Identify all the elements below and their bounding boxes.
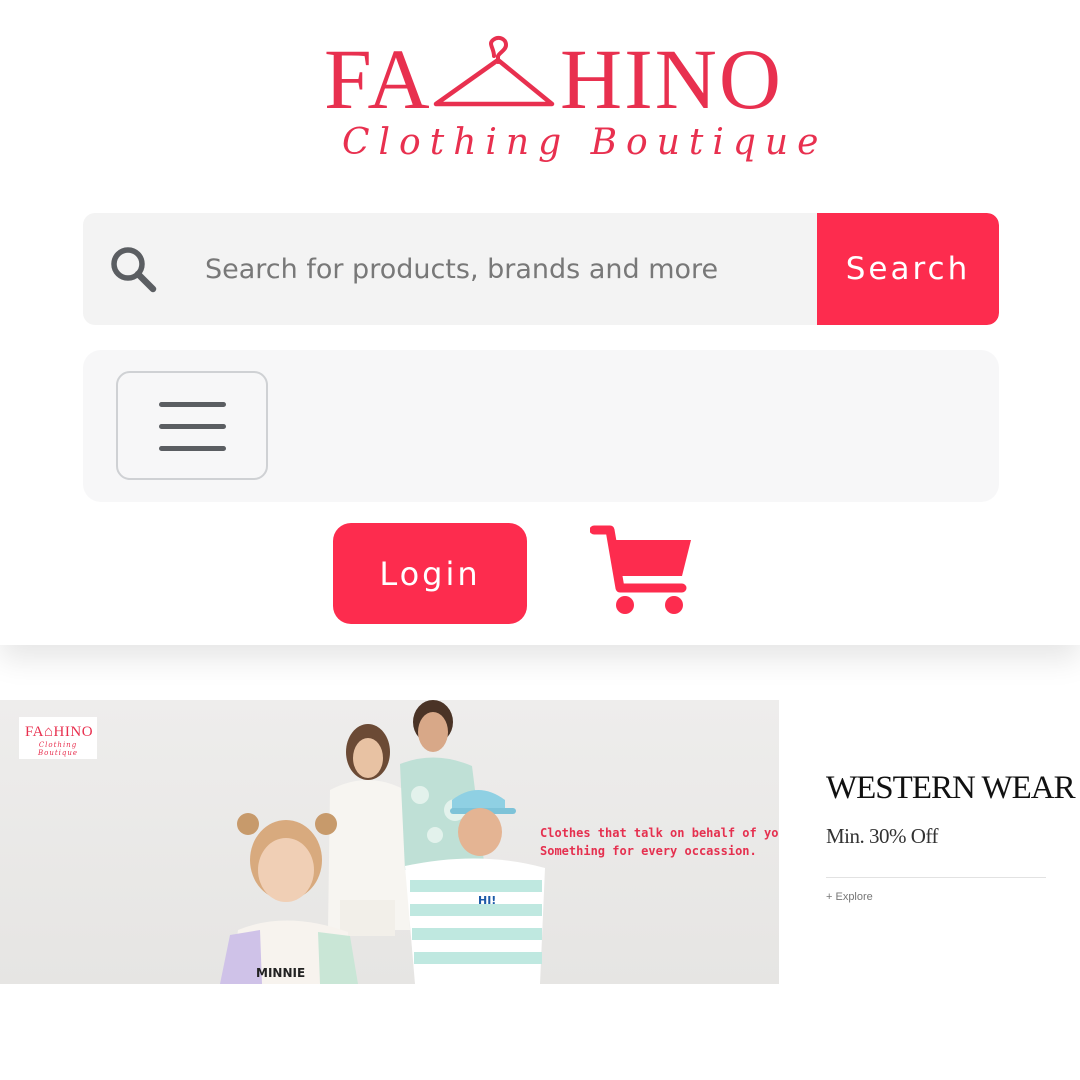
banner-tagline: Clothes that talk on behalf of you. Some… [540,824,779,860]
explore-link[interactable]: + Explore [826,891,873,903]
banner-tagline-line-1: Clothes that talk on behalf of you. [540,826,779,840]
promo-divider [826,877,1046,878]
hamburger-icon-line [159,402,226,407]
hamburger-menu-button[interactable] [116,371,268,480]
promo-subtitle: Min. 30% Off [826,824,939,848]
banner-tagline-line-2: Something for every occassion. [540,844,757,858]
promo-title: WESTERN WEAR [826,770,1076,806]
search-bar: Search [83,213,999,325]
logo-text-left: FA [324,31,432,127]
search-button[interactable]: Search [817,213,999,325]
hamburger-icon-line [159,446,226,451]
mini-logo-tagline: Clothing Boutique [37,741,79,757]
cart-icon[interactable] [590,520,696,616]
site-header: FA HINO Clothing Boutique Search Login [0,0,1080,645]
logo-text-right: HINO [560,31,783,127]
hamburger-icon-line [159,424,226,429]
login-button[interactable]: Login [333,523,527,624]
shirt-print-text: HI! [478,894,497,907]
mini-hanger-icon: ⌂ [44,724,54,740]
hero-banner-image[interactable]: FA⌂HINO Clothing Boutique HI! MINNIE Clo… [0,700,779,984]
mini-logo-right: HINO [53,724,94,740]
family-photo [220,700,545,984]
minnie-print-text: MINNIE [256,966,306,980]
mini-logo-wordmark: FA⌂HINO [22,724,96,740]
banner-mini-logo: FA⌂HINO Clothing Boutique [19,717,97,759]
mini-logo-left: FA [24,724,45,740]
search-input[interactable] [183,213,813,325]
logo-tagline: Clothing Boutique [342,122,828,163]
brand-logo[interactable]: FA HINO Clothing Boutique [320,22,828,182]
nav-bar [83,350,999,502]
search-icon [111,247,157,293]
hanger-icon [433,35,555,107]
logo-wordmark: FA HINO [320,31,781,127]
